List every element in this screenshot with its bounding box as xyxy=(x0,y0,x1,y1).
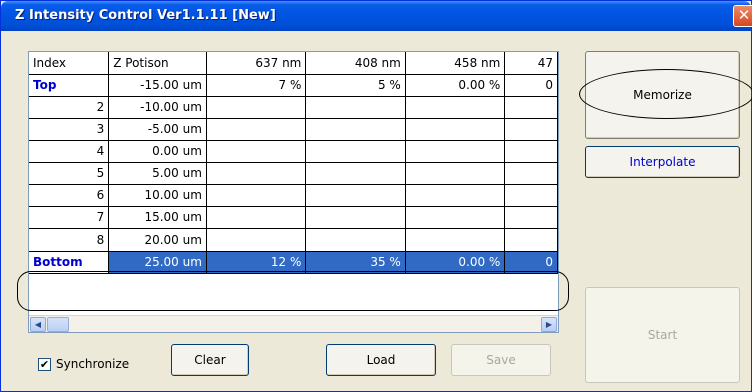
intensity-47-cell[interactable] xyxy=(504,96,558,119)
intensity-458-cell[interactable] xyxy=(405,228,506,252)
interpolate-button[interactable]: Interpolate xyxy=(585,146,740,178)
table-row[interactable]: 8 20.00 um xyxy=(29,228,558,252)
intensity-408-cell[interactable] xyxy=(305,228,406,252)
row-index-cell[interactable]: 2 xyxy=(29,96,110,119)
column-header-z-position[interactable]: Z Potison xyxy=(108,52,207,75)
intensity-637-cell[interactable] xyxy=(206,184,307,207)
column-header-458nm[interactable]: 458 nm xyxy=(405,52,506,75)
row-index-cell[interactable]: 7 xyxy=(29,206,110,229)
intensity-408-cell[interactable]: 5 % xyxy=(305,74,406,97)
z-position-cell[interactable]: -5.00 um xyxy=(108,118,207,141)
start-button-label: Start xyxy=(647,328,678,342)
z-position-cell[interactable]: -10.00 um xyxy=(108,96,207,119)
scroll-right-icon[interactable]: ▶ xyxy=(541,317,557,332)
checkmark-icon[interactable]: ✔ xyxy=(38,358,51,371)
intensity-408-cell[interactable] xyxy=(305,118,406,141)
intensity-637-cell[interactable] xyxy=(206,206,307,229)
scroll-thumb[interactable] xyxy=(47,317,69,332)
interpolate-button-label: Interpolate xyxy=(629,155,696,169)
table-row[interactable]: 6 10.00 um xyxy=(29,184,558,207)
intensity-47-cell[interactable] xyxy=(504,140,558,163)
intensity-458-cell[interactable] xyxy=(405,140,506,163)
z-position-cell[interactable]: 15.00 um xyxy=(108,206,207,229)
row-index-cell[interactable]: Top xyxy=(29,74,110,97)
table-row[interactable]: 2 -10.00 um xyxy=(29,96,558,119)
intensity-458-cell[interactable] xyxy=(405,118,506,141)
intensity-458-cell[interactable] xyxy=(405,162,506,185)
column-header-637nm[interactable]: 637 nm xyxy=(206,52,307,75)
intensity-47-cell[interactable] xyxy=(504,184,558,207)
title-bar[interactable]: Z Intensity Control Ver1.1.11 [New] ✕ xyxy=(1,1,752,31)
intensity-458-cell[interactable]: 0.00 % xyxy=(405,251,506,274)
grid-table: Index Z Potison 637 nm 408 nm 458 nm 4 7 … xyxy=(29,52,558,274)
row-index-cell[interactable]: Bottom xyxy=(29,251,110,274)
intensity-408-cell[interactable] xyxy=(305,96,406,119)
intensity-637-cell[interactable] xyxy=(206,140,307,163)
intensity-637-cell[interactable] xyxy=(206,228,307,252)
memorize-button-label: Memorize xyxy=(633,88,692,102)
intensity-458-cell[interactable]: 0.00 % xyxy=(405,74,506,97)
load-button-label: Load xyxy=(366,353,396,367)
intensity-637-cell[interactable] xyxy=(206,118,307,141)
z-position-cell[interactable]: 10.00 um xyxy=(108,184,207,207)
intensity-637-cell[interactable]: 12 % xyxy=(206,251,307,274)
intensity-408-cell[interactable] xyxy=(305,206,406,229)
grid-header-row: Index Z Potison 637 nm 408 nm 458 nm 47 xyxy=(29,52,558,75)
intensity-637-cell[interactable]: 7 % xyxy=(206,74,307,97)
column-header-index[interactable]: Index xyxy=(29,52,110,75)
intensity-458-cell[interactable] xyxy=(405,206,506,229)
clear-button-label: Clear xyxy=(194,353,226,367)
row-index-cell[interactable]: 6 xyxy=(29,184,110,207)
intensity-637-cell[interactable] xyxy=(206,96,307,119)
row-index-cell[interactable]: 8 xyxy=(29,228,110,252)
save-button-label: Save xyxy=(486,353,516,367)
intensity-408-cell[interactable] xyxy=(305,162,406,185)
clear-button[interactable]: Clear xyxy=(171,344,249,376)
memorize-button[interactable]: Memorize xyxy=(585,51,740,139)
synchronize-label: Synchronize xyxy=(56,357,130,371)
z-position-cell[interactable]: 20.00 um xyxy=(108,228,207,252)
window-title: Z Intensity Control Ver1.1.11 [New] xyxy=(15,8,276,23)
intensity-458-cell[interactable] xyxy=(405,184,506,207)
horizontal-scrollbar[interactable]: ◀ ▶ xyxy=(29,315,558,332)
z-position-cell[interactable]: 0.00 um xyxy=(108,140,207,163)
column-header-408nm[interactable]: 408 nm xyxy=(305,52,406,75)
z-position-cell[interactable]: 25.00 um xyxy=(108,251,207,274)
intensity-47-cell[interactable]: 0 xyxy=(504,74,558,97)
intensity-637-cell[interactable] xyxy=(206,162,307,185)
intensity-408-cell[interactable] xyxy=(305,184,406,207)
row-index-cell[interactable]: 5 xyxy=(29,162,110,185)
row-index-cell[interactable]: 3 xyxy=(29,118,110,141)
intensity-408-cell[interactable]: 35 % xyxy=(305,251,406,274)
table-row[interactable]: 5 5.00 um xyxy=(29,162,558,185)
table-row[interactable]: 3 -5.00 um xyxy=(29,118,558,141)
table-row[interactable]: 7 15.00 um xyxy=(29,206,558,229)
intensity-458-cell[interactable] xyxy=(405,96,506,119)
z-position-cell[interactable]: -15.00 um xyxy=(108,74,207,97)
intensity-47-cell[interactable] xyxy=(504,206,558,229)
scroll-left-icon[interactable]: ◀ xyxy=(30,317,46,332)
dialog-window: Z Intensity Control Ver1.1.11 [New] ✕ In… xyxy=(0,0,752,392)
table-row-selected[interactable]: Bottom 25.00 um 12 % 35 % 0.00 % 0 xyxy=(29,251,558,274)
intensity-47-cell[interactable] xyxy=(504,162,558,185)
save-button[interactable]: Save xyxy=(451,344,551,376)
intensity-408-cell[interactable] xyxy=(305,140,406,163)
z-position-cell[interactable]: 5.00 um xyxy=(108,162,207,185)
column-header-47[interactable]: 47 xyxy=(504,52,558,75)
start-button[interactable]: Start xyxy=(585,287,740,383)
intensity-47-cell[interactable] xyxy=(504,228,558,252)
table-row[interactable]: 4 0.00 um xyxy=(29,140,558,163)
intensity-47-cell[interactable] xyxy=(504,118,558,141)
row-index-cell[interactable]: 4 xyxy=(29,140,110,163)
close-button[interactable]: ✕ xyxy=(733,5,752,27)
load-button[interactable]: Load xyxy=(326,344,436,376)
intensity-47-cell[interactable]: 0 xyxy=(504,251,558,274)
intensity-grid: Index Z Potison 637 nm 408 nm 458 nm 4 7 … xyxy=(28,51,559,333)
table-row[interactable]: Top -15.00 um 7 % 5 % 0.00 % 0 xyxy=(29,74,558,97)
